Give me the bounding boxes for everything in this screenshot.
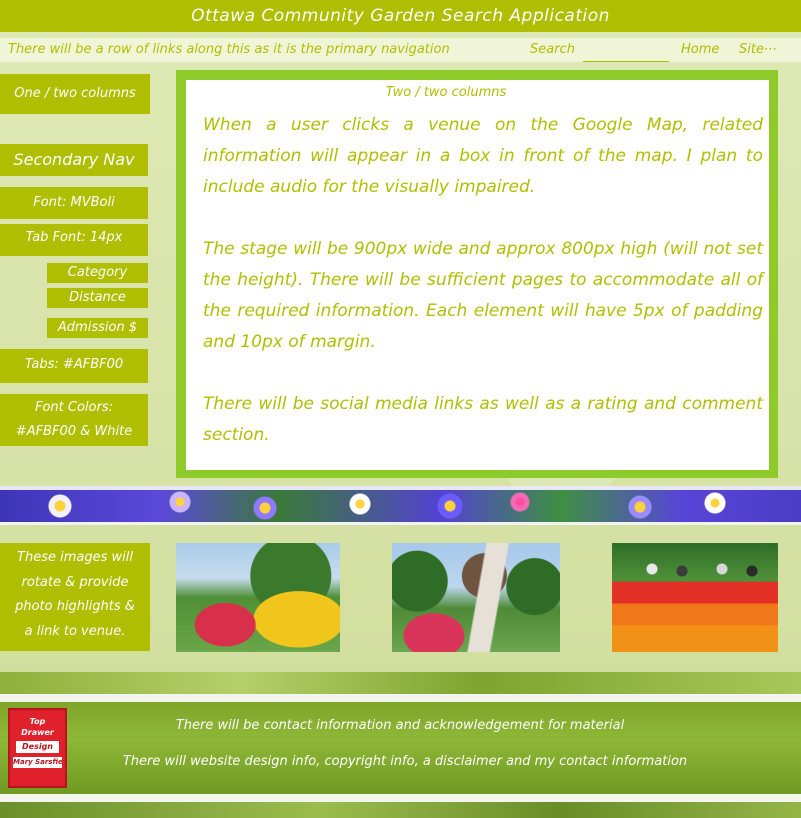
paragraph-social-links: There will be social media links as well… — [203, 394, 763, 445]
font-colors-line1: Font Colors: — [35, 400, 113, 415]
tab-distance[interactable]: Distance — [47, 288, 148, 308]
main-description: When a user clicks a venue on the Google… — [203, 110, 763, 482]
font-note: Font: MVBoli — [0, 187, 148, 219]
nav-note: There will be a row of links along this … — [8, 42, 450, 57]
paragraph-stage-size: The stage will be 900px wide and approx … — [203, 239, 763, 352]
search-field[interactable]: Search — [530, 38, 670, 62]
footer-divider-top — [0, 694, 801, 702]
top-drawer-logo[interactable]: Top Drawer Design Mary Sarsfield — [8, 708, 67, 788]
tab-category[interactable]: Category — [47, 263, 148, 283]
grass-band-top — [0, 672, 801, 694]
strip-border-bottom — [0, 522, 801, 525]
footer-contact-note: There will be contact information and ac… — [175, 718, 625, 733]
logo-name-text: Mary Sarsfield — [13, 757, 62, 768]
logo-design-text: Design — [16, 741, 59, 753]
footer-divider-bottom — [0, 794, 801, 802]
tab-admission[interactable]: Admission $ — [47, 318, 148, 338]
caption-line: rotate & provide — [21, 574, 129, 590]
garden-photo-2[interactable] — [392, 543, 560, 652]
tabs-color-note: Tabs: #AFBF00 — [0, 349, 148, 383]
search-label: Search — [530, 42, 575, 57]
font-colors-note: Font Colors: #AFBF00 & White — [0, 394, 148, 446]
primary-navigation: There will be a row of links along this … — [0, 38, 801, 62]
logo-drawer-text: Drawer — [21, 728, 54, 737]
garden-photo-3[interactable] — [612, 543, 778, 652]
caption-line: These images will — [17, 550, 133, 565]
font-colors-line2: #AFBF00 & White — [15, 424, 133, 439]
tab-font-note: Tab Font: 14px — [0, 224, 148, 256]
photo-caption: These images will rotate & provide photo… — [0, 543, 150, 651]
columns-label-main: Two / two columns — [385, 85, 507, 100]
search-input[interactable] — [583, 49, 670, 62]
caption-line: a link to venue. — [24, 623, 126, 639]
paragraph-google-map: When a user clicks a venue on the Google… — [203, 115, 763, 197]
logo-top-text: Top — [29, 717, 46, 726]
grass-band-bottom — [0, 802, 801, 818]
footer-info-note: There will website design info, copyrigh… — [122, 754, 688, 769]
footer — [0, 702, 801, 794]
flower-banner — [0, 490, 801, 522]
site-link[interactable]: Site⋯ — [739, 38, 777, 62]
columns-label: One / two columns — [0, 74, 150, 114]
caption-line: photo highlights & — [15, 599, 135, 614]
garden-photo-1[interactable] — [176, 543, 340, 652]
secondary-nav-heading: Secondary Nav — [0, 144, 148, 176]
home-link[interactable]: Home — [681, 38, 719, 62]
app-title: Ottawa Community Garden Search Applicati… — [0, 0, 801, 32]
visitors-figure — [642, 561, 772, 591]
